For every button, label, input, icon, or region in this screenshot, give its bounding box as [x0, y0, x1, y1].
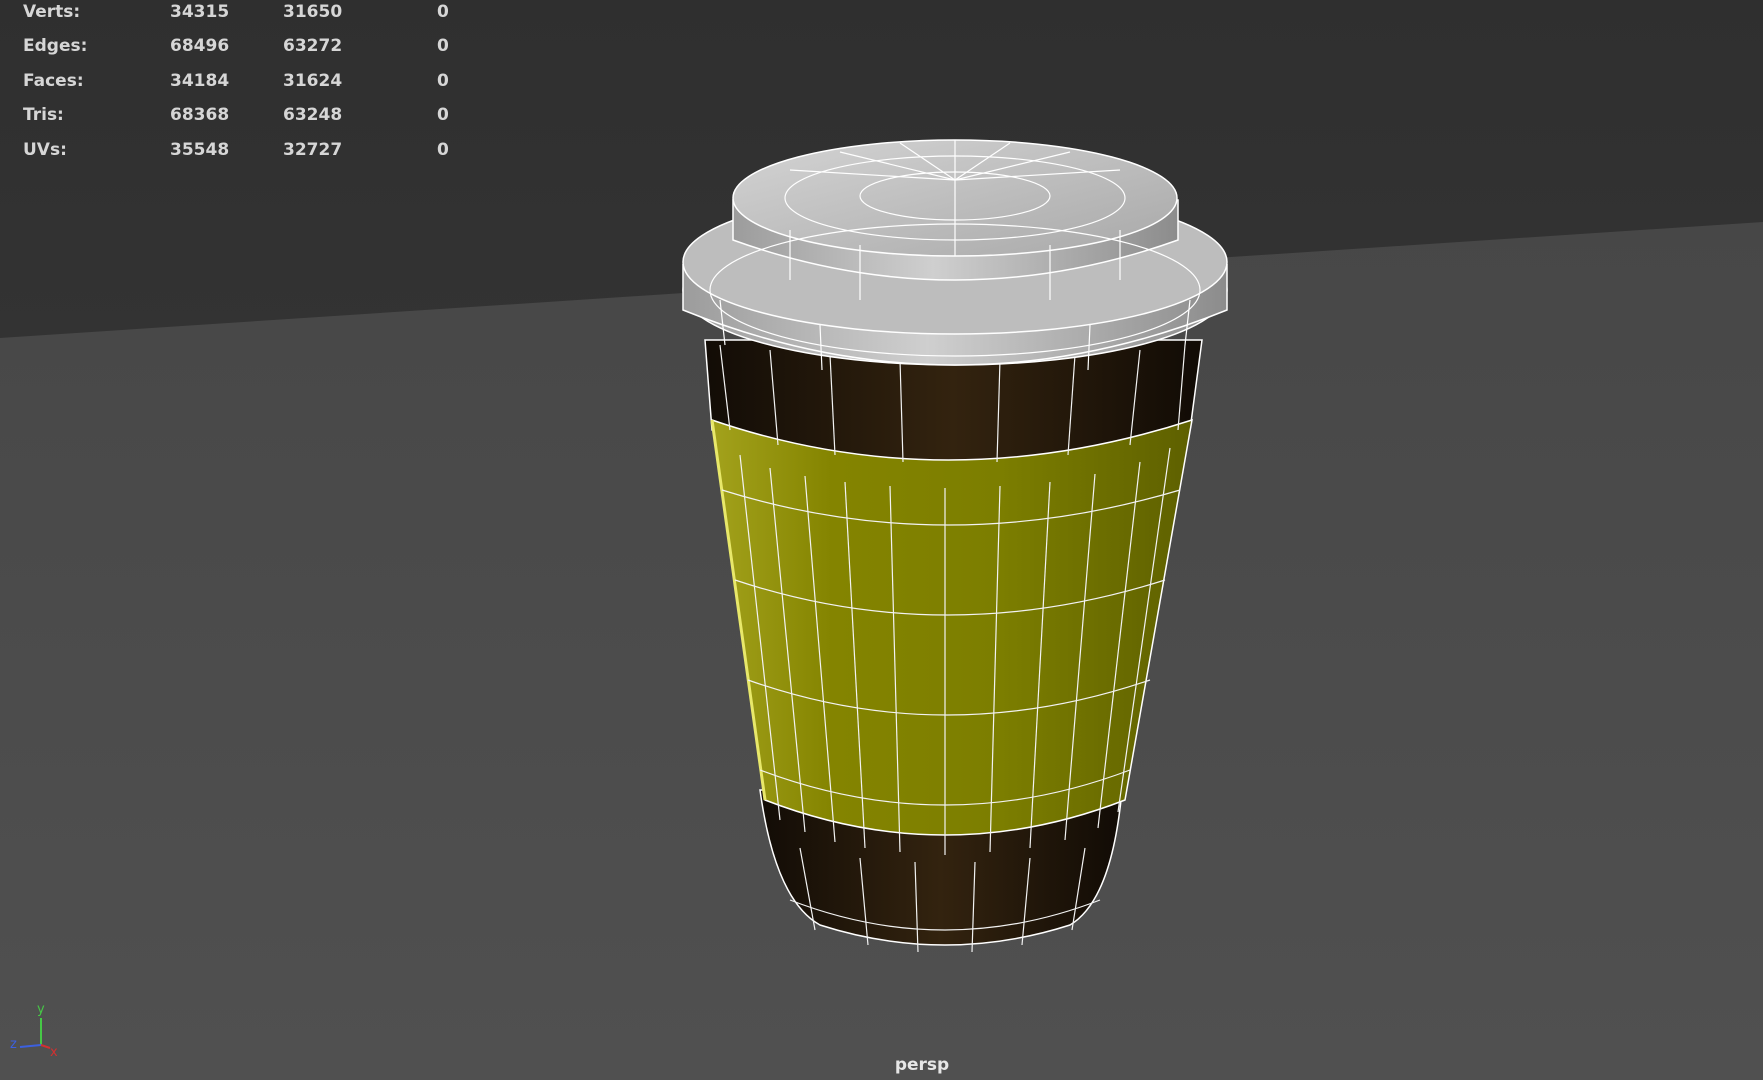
stats-row-edges: Edges: 68496 63272 0 [0, 34, 480, 64]
axis-label-y: y [37, 1002, 45, 1017]
stats-label: Verts: [23, 2, 81, 22]
stats-row-uvs: UVs: 35548 32727 0 [0, 138, 480, 168]
stats-value-third: 0 [437, 2, 449, 22]
stats-value-selected: 32727 [283, 140, 343, 160]
stats-label: Faces: [23, 71, 84, 91]
stats-value-total: 34184 [170, 71, 230, 91]
stats-value-total: 68368 [170, 105, 230, 125]
cup-sleeve[interactable] [711, 418, 1193, 836]
axis-label-x: x [50, 1045, 58, 1060]
stats-value-selected: 31650 [283, 2, 343, 22]
camera-name-label: persp [894, 1055, 950, 1075]
stats-value-third: 0 [437, 140, 449, 160]
stats-row-verts: Verts: 34315 31650 0 [0, 0, 480, 30]
stats-value-selected: 63272 [283, 36, 343, 56]
axis-label-z: z [10, 1037, 17, 1052]
stats-value-total: 34315 [170, 2, 230, 22]
stats-label: Tris: [23, 105, 64, 125]
poly-count-hud: Verts: 34315 31650 0 Edges: 68496 63272 … [0, 0, 480, 170]
stats-value-selected: 31624 [283, 71, 343, 91]
view-axis-gizmo-icon: y z x [10, 1002, 58, 1060]
stats-label: Edges: [23, 36, 88, 56]
stats-value-third: 0 [437, 36, 449, 56]
maya-viewport[interactable]: Verts: 34315 31650 0 Edges: 68496 63272 … [0, 0, 1763, 1080]
stats-row-faces: Faces: 34184 31624 0 [0, 69, 480, 99]
stats-label: UVs: [23, 140, 67, 160]
stats-value-third: 0 [437, 105, 449, 125]
stats-row-tris: Tris: 68368 63248 0 [0, 103, 480, 133]
stats-value-selected: 63248 [283, 105, 343, 125]
stats-value-total: 35548 [170, 140, 230, 160]
stats-value-total: 68496 [170, 36, 230, 56]
stats-value-third: 0 [437, 71, 449, 91]
